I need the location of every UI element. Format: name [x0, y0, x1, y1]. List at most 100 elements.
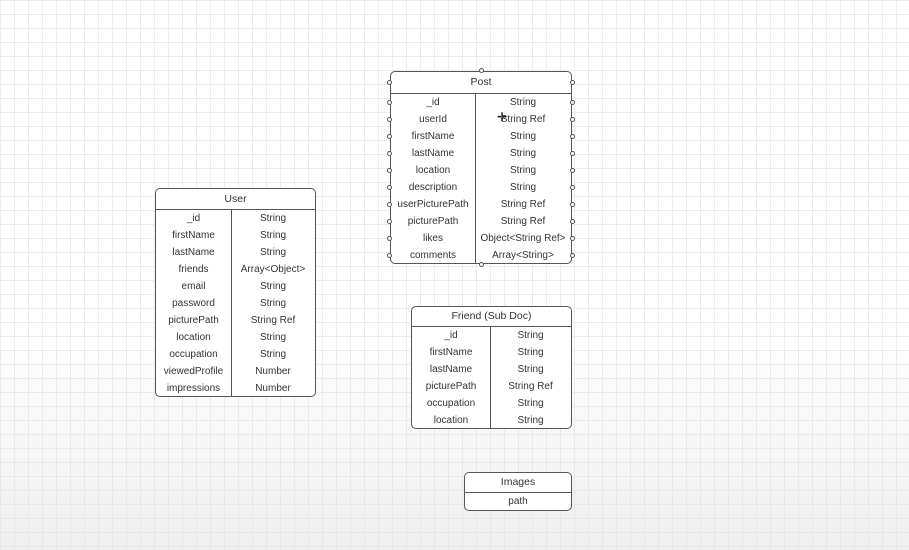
- field-type: String: [259, 349, 287, 360]
- connector-port[interactable]: [387, 167, 392, 173]
- table-row[interactable]: lastName String: [391, 145, 571, 162]
- connector-port[interactable]: [570, 201, 575, 207]
- table-row[interactable]: _id String: [391, 94, 571, 111]
- connector-port[interactable]: [387, 150, 392, 156]
- connector-port[interactable]: [387, 133, 392, 139]
- field-name: description: [408, 182, 458, 193]
- field-type: String: [517, 347, 544, 358]
- field-name: firstName: [429, 347, 473, 358]
- table-row[interactable]: picturePath String Ref: [412, 378, 571, 395]
- field-type: String: [259, 281, 287, 292]
- connector-port[interactable]: [570, 167, 575, 173]
- field-name: userId: [419, 114, 447, 125]
- table-row[interactable]: path: [465, 493, 571, 511]
- field-type: String: [517, 364, 544, 375]
- table-friend[interactable]: Friend (Sub Doc) _id String firstName String…: [411, 306, 572, 429]
- field-name: path: [508, 496, 528, 507]
- connector-port[interactable]: [570, 235, 575, 241]
- connector-port[interactable]: [387, 235, 392, 241]
- field-name: occupation: [169, 349, 218, 360]
- connector-port[interactable]: [387, 99, 392, 105]
- table-row[interactable]: _id String: [412, 327, 571, 344]
- table-row[interactable]: location String: [156, 329, 315, 346]
- table-user[interactable]: User _id String firstName String lastName Stri…: [155, 188, 316, 397]
- table-row[interactable]: firstName String: [156, 227, 315, 244]
- field-name: impressions: [166, 383, 221, 394]
- connector-port[interactable]: [570, 79, 575, 85]
- table-row[interactable]: firstName String: [391, 128, 571, 145]
- table-row[interactable]: description String: [391, 179, 571, 196]
- field-name: firstName: [411, 131, 455, 142]
- table-row[interactable]: viewedProfile Number: [156, 363, 315, 380]
- field-name: userPicturePath: [397, 199, 469, 210]
- field-name: location: [415, 165, 451, 176]
- table-row[interactable]: email String: [156, 278, 315, 295]
- table-row[interactable]: location String: [412, 412, 571, 429]
- table-row[interactable]: likes Object<String Ref>: [391, 230, 571, 247]
- field-type: String: [509, 182, 537, 193]
- table-row[interactable]: friends Array<Object>: [156, 261, 315, 278]
- connector-port[interactable]: [479, 68, 484, 73]
- field-name: picturePath: [425, 381, 477, 392]
- table-row[interactable]: userId String Ref: [391, 111, 571, 128]
- field-type: String: [509, 131, 537, 142]
- field-name: viewedProfile: [163, 366, 224, 377]
- field-type: Array<Object>: [240, 264, 306, 275]
- field-type: String: [259, 247, 287, 258]
- table-row[interactable]: occupation String: [412, 395, 571, 412]
- table-row[interactable]: _id String: [156, 210, 315, 227]
- field-name: lastName: [172, 247, 215, 258]
- connector-port[interactable]: [479, 262, 484, 267]
- field-type: String: [517, 398, 544, 409]
- field-name: password: [172, 298, 215, 309]
- table-row[interactable]: picturePath String Ref: [156, 312, 315, 329]
- connector-port[interactable]: [387, 184, 392, 190]
- table-row[interactable]: impressions Number: [156, 380, 315, 397]
- connector-port[interactable]: [570, 133, 575, 139]
- field-type: Array<String>: [492, 250, 554, 261]
- table-row[interactable]: lastName String: [412, 361, 571, 378]
- field-name: _id: [444, 330, 458, 341]
- table-row[interactable]: picturePath String Ref: [391, 213, 571, 230]
- connector-port[interactable]: [570, 218, 575, 224]
- connector-port[interactable]: [387, 116, 392, 122]
- field-name: location: [176, 332, 211, 343]
- field-type: String Ref: [500, 199, 546, 210]
- field-type: String Ref: [250, 315, 296, 326]
- connector-port[interactable]: [387, 79, 392, 85]
- table-row[interactable]: location String: [391, 162, 571, 179]
- connector-port[interactable]: [570, 99, 575, 105]
- field-name: _id: [186, 213, 201, 224]
- field-type: String: [517, 330, 544, 341]
- field-name: lastName: [429, 364, 473, 375]
- field-type: String: [517, 415, 544, 426]
- connector-port[interactable]: [570, 116, 575, 122]
- table-row[interactable]: firstName String: [412, 344, 571, 361]
- table-row[interactable]: occupation String: [156, 346, 315, 363]
- field-type: String: [509, 97, 537, 108]
- move-cursor-icon: ✛: [497, 110, 508, 124]
- table-row[interactable]: lastName String: [156, 244, 315, 261]
- field-name: email: [181, 281, 206, 292]
- field-type: String: [259, 332, 287, 343]
- table-title: Friend (Sub Doc): [412, 307, 571, 327]
- table-post[interactable]: Post _id String userId String Ref firstName St…: [387, 68, 575, 267]
- connector-port[interactable]: [570, 184, 575, 190]
- field-type: String Ref: [500, 216, 546, 227]
- connector-port[interactable]: [387, 252, 392, 258]
- table-row[interactable]: password String: [156, 295, 315, 312]
- connector-port[interactable]: [387, 218, 392, 224]
- field-name: location: [433, 415, 469, 426]
- table-row[interactable]: userPicturePath String Ref: [391, 196, 571, 213]
- field-type: String: [259, 213, 287, 224]
- connector-port[interactable]: [387, 201, 392, 207]
- table-images[interactable]: Images path: [464, 472, 572, 511]
- field-name: picturePath: [168, 315, 219, 326]
- connector-port[interactable]: [570, 252, 575, 258]
- diagram-canvas[interactable]: Post _id String userId String Ref firstName St…: [0, 0, 909, 550]
- connector-port[interactable]: [570, 150, 575, 156]
- field-name: comments: [409, 250, 457, 261]
- table-title: User: [156, 189, 315, 210]
- field-type: Number: [255, 383, 291, 394]
- field-name: _id: [426, 97, 440, 108]
